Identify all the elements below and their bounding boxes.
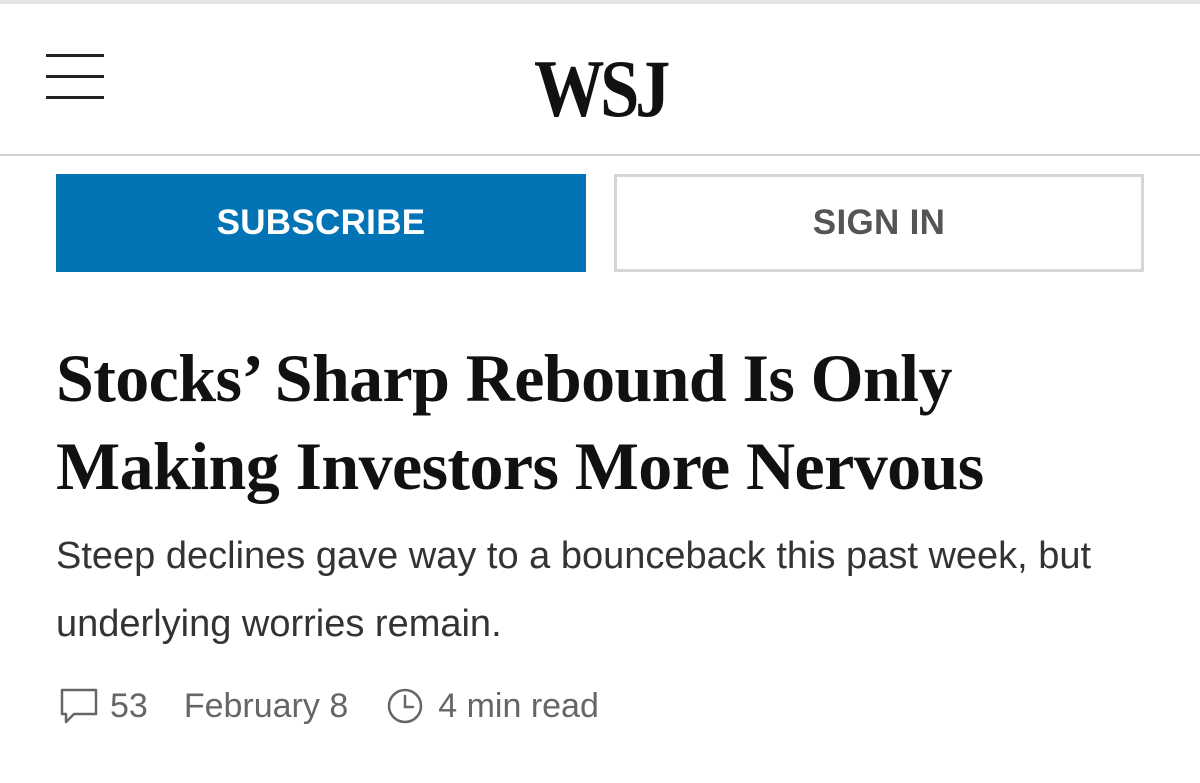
comment-count: 53 — [110, 686, 148, 725]
sign-in-button[interactable]: SIGN IN — [614, 174, 1144, 272]
speech-bubble-icon — [60, 688, 98, 724]
comments-link[interactable]: 53 — [58, 686, 148, 726]
publish-date: February 8 — [183, 686, 349, 725]
article-meta: 53 February 8 4 min read — [58, 680, 599, 732]
read-time: 4 min read — [386, 687, 599, 726]
clock-icon — [387, 688, 423, 724]
wsj-logo[interactable]: WSJ — [84, 44, 1116, 134]
article-page: WSJ SUBSCRIBE SIGN IN Stocks’ Sharp Rebo… — [0, 0, 1200, 783]
article-headline: Stocks’ Sharp Rebound Is Only Making Inv… — [56, 340, 984, 504]
site-header: WSJ — [0, 4, 1200, 156]
subscribe-button[interactable]: SUBSCRIBE — [56, 174, 586, 272]
read-time-label: 4 min read — [438, 686, 599, 725]
article-dek: Steep declines gave way to a bounceback … — [56, 535, 1092, 645]
